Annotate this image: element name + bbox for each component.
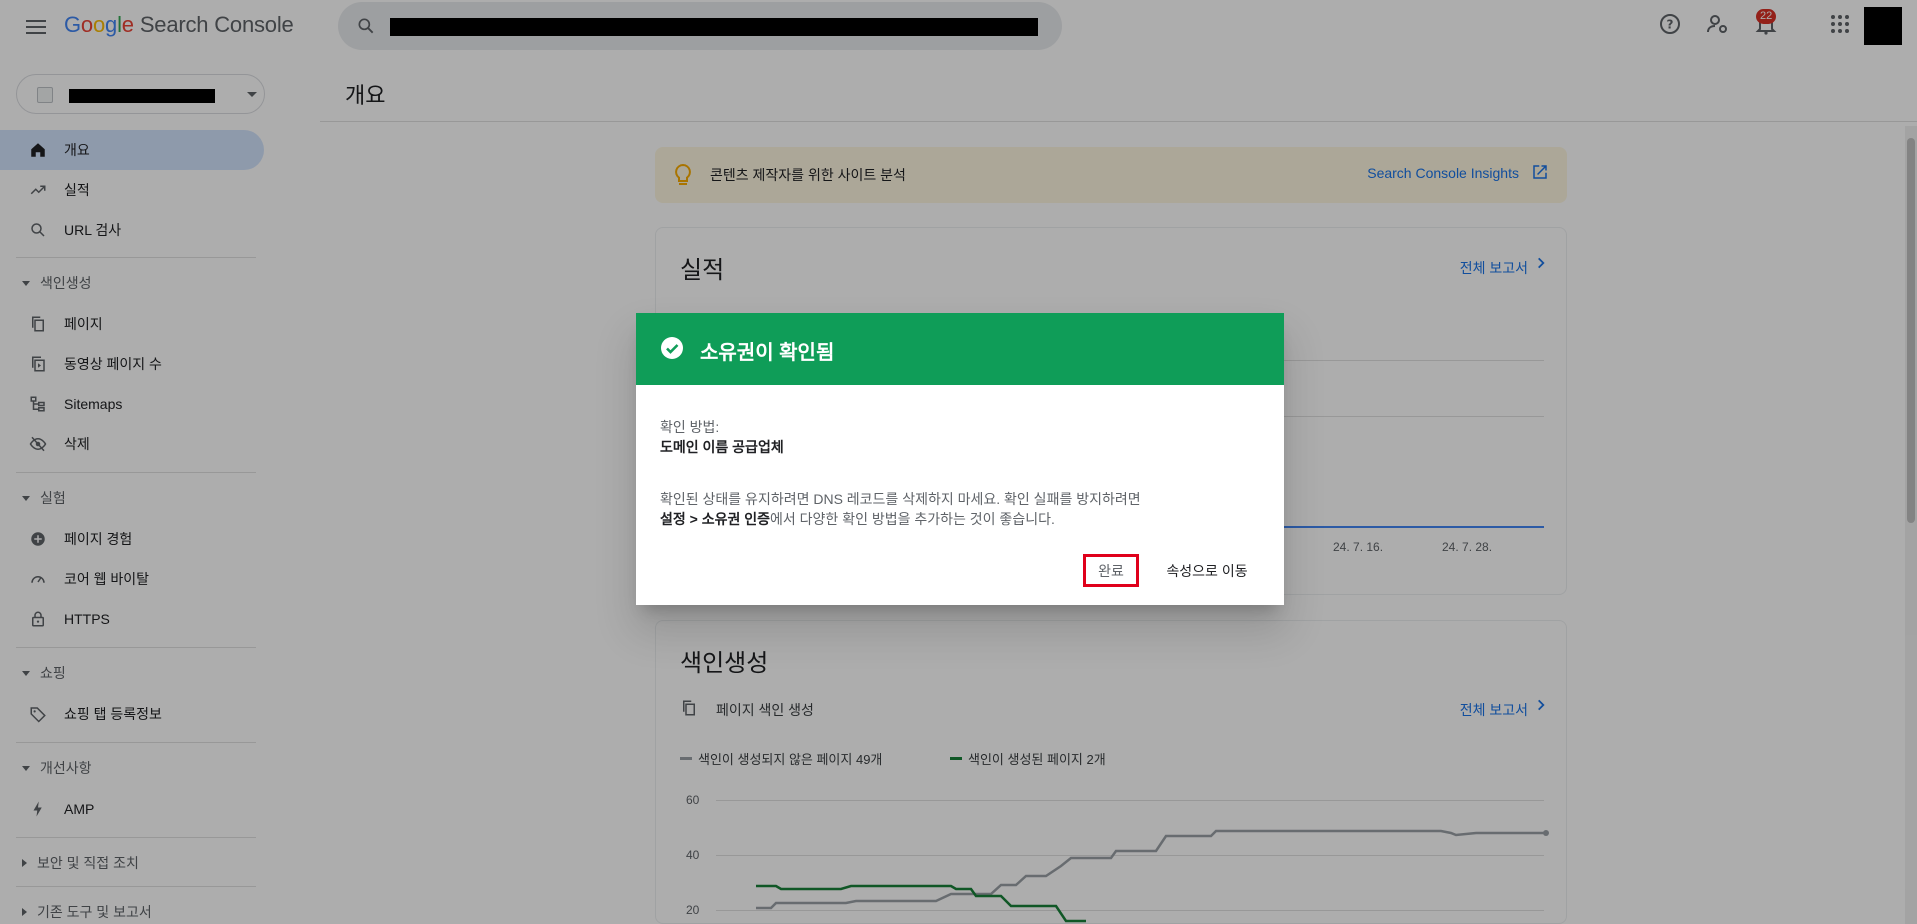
verification-method-value: 도메인 이름 공급업체	[660, 439, 784, 455]
go-to-property-button[interactable]: 속성으로 이동	[1152, 554, 1262, 587]
settings-path-text: 설정 > 소유권 인증	[660, 511, 771, 527]
verification-method-label: 확인 방법:	[660, 419, 720, 435]
ownership-verified-dialog: 소유권이 확인됨 확인 방법: 도메인 이름 공급업체 확인된 상태를 유지하려…	[636, 313, 1284, 605]
dialog-header: 소유권이 확인됨	[636, 313, 1284, 385]
dialog-note-line-1: 확인된 상태를 유지하려면 DNS 레코드를 삭제하지 마세요. 확인 실패를 …	[660, 491, 1141, 507]
check-circle-icon	[661, 337, 683, 359]
done-button[interactable]: 완료	[1083, 554, 1139, 587]
dialog-note-line-2: 설정 > 소유권 인증에서 다양한 확인 방법을 추가하는 것이 좋습니다.	[660, 511, 1055, 527]
dialog-title: 소유권이 확인됨	[700, 342, 835, 364]
